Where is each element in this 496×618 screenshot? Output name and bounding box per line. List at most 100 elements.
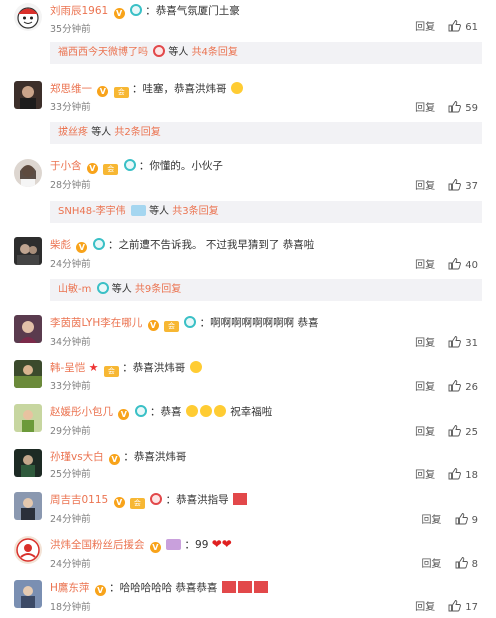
level-badge-icon: 会 bbox=[163, 321, 179, 332]
reply-button[interactable]: 回复 bbox=[415, 382, 435, 393]
reply-thread[interactable]: 拔丝疼 等人 共2条回复 bbox=[50, 122, 482, 144]
reply-button[interactable]: 回复 bbox=[415, 181, 435, 192]
thread-user-link[interactable]: 福西西今天微博了吗 bbox=[58, 47, 148, 58]
reply-button[interactable]: 回复 bbox=[415, 602, 435, 613]
username[interactable]: 洪炜全国粉丝后援会 bbox=[50, 539, 145, 551]
like-button[interactable]: 8 bbox=[455, 557, 478, 570]
comment-text: ：之前遭不告诉我。 不过我早猜到了 恭喜啦 bbox=[108, 239, 315, 251]
like-count: 31 bbox=[465, 338, 478, 349]
avatar[interactable] bbox=[14, 536, 42, 564]
thread-count-link[interactable]: 共2条回复 bbox=[114, 127, 160, 138]
vip-badge-icon: V bbox=[94, 585, 106, 596]
thread-count-link[interactable]: 共4条回复 bbox=[192, 47, 238, 58]
comment-time: 25分钟前 bbox=[50, 469, 91, 480]
username[interactable]: 孙瑾vs大白 bbox=[50, 451, 104, 463]
reply-button[interactable]: 回复 bbox=[415, 470, 435, 481]
like-count: 18 bbox=[465, 470, 478, 481]
emoji-icon bbox=[185, 405, 198, 417]
username[interactable]: 韩-呈恺 bbox=[50, 362, 85, 374]
like-button[interactable]: 59 bbox=[448, 101, 478, 114]
like-count: 8 bbox=[471, 559, 478, 570]
comment-text: ：恭喜 bbox=[150, 406, 182, 418]
thumbs-up-icon bbox=[448, 600, 462, 612]
reply-thread[interactable]: 福西西今天微博了吗 等人 共4条回复 bbox=[50, 42, 482, 64]
level-badge-icon bbox=[166, 539, 182, 550]
level-badge-icon bbox=[130, 205, 146, 216]
avatar[interactable] bbox=[14, 404, 42, 432]
member-badge-icon bbox=[129, 4, 142, 16]
like-button[interactable]: 18 bbox=[448, 468, 478, 481]
like-count: 17 bbox=[465, 602, 478, 613]
reply-button[interactable]: 回复 bbox=[421, 515, 441, 526]
reply-button[interactable]: 回复 bbox=[415, 260, 435, 271]
thumbs-up-icon bbox=[448, 179, 462, 191]
comment-time: 34分钟前 bbox=[50, 337, 91, 348]
username[interactable]: 郑思维一 bbox=[50, 83, 92, 95]
avatar[interactable] bbox=[14, 159, 42, 187]
username[interactable]: 赵媛彤小包几 bbox=[50, 406, 113, 418]
reply-button[interactable]: 回复 bbox=[415, 427, 435, 438]
thread-user-link[interactable]: SNH48-李宇伟 bbox=[58, 206, 126, 217]
sticker-icon bbox=[253, 581, 268, 593]
comment-time: 24分钟前 bbox=[50, 259, 91, 270]
like-button[interactable]: 26 bbox=[448, 380, 478, 393]
like-count: 26 bbox=[465, 382, 478, 393]
comment-time: 35分钟前 bbox=[50, 24, 91, 35]
emoji-icon bbox=[199, 405, 212, 417]
thumbs-up-icon bbox=[448, 336, 462, 348]
like-button[interactable]: 40 bbox=[448, 258, 478, 271]
like-button[interactable]: 17 bbox=[448, 600, 478, 613]
level-badge-icon: 会 bbox=[103, 164, 119, 175]
thread-user-link[interactable]: 山敏-m bbox=[58, 284, 91, 295]
avatar[interactable] bbox=[14, 237, 42, 265]
username[interactable]: 李茵茵LYH李在哪儿 bbox=[50, 317, 142, 329]
thumbs-up-icon bbox=[455, 513, 468, 525]
level-badge-icon: 会 bbox=[113, 87, 129, 98]
vip-badge-icon: V bbox=[86, 163, 98, 174]
comment-text: ：哈哈哈哈哈 恭喜恭喜 bbox=[109, 582, 218, 594]
username[interactable]: 刘雨辰1961 bbox=[50, 5, 108, 17]
thread-count-link[interactable]: 共9条回复 bbox=[135, 284, 181, 295]
vip-badge-icon: V bbox=[149, 542, 161, 553]
like-count: 37 bbox=[465, 181, 478, 192]
avatar[interactable] bbox=[14, 580, 42, 608]
like-button[interactable]: 31 bbox=[448, 336, 478, 349]
avatar[interactable] bbox=[14, 81, 42, 109]
member-badge-icon bbox=[96, 282, 109, 294]
thread-others: 等人 bbox=[149, 206, 170, 217]
avatar[interactable] bbox=[14, 360, 42, 388]
comment-text: ：哇塞，恭喜洪炜哥 bbox=[132, 83, 227, 95]
vip-badge-icon: V bbox=[147, 320, 159, 331]
avatar[interactable] bbox=[14, 492, 42, 520]
thumbs-up-icon bbox=[448, 101, 462, 113]
username[interactable]: H鷹东萍 bbox=[50, 582, 89, 594]
reply-button[interactable]: 回复 bbox=[415, 103, 435, 114]
member-badge-icon bbox=[123, 159, 136, 171]
comment-time: 29分钟前 bbox=[50, 426, 91, 437]
reply-thread[interactable]: 山敏-m 等人 共9条回复 bbox=[50, 279, 482, 301]
reply-button[interactable]: 回复 bbox=[415, 22, 435, 33]
like-button[interactable]: 37 bbox=[448, 179, 478, 192]
vip-badge-icon: V bbox=[109, 454, 121, 465]
thumbs-up-icon bbox=[448, 380, 462, 392]
reply-thread[interactable]: SNH48-李宇伟 等人 共3条回复 bbox=[50, 201, 482, 223]
like-button[interactable]: 61 bbox=[448, 20, 478, 33]
thread-count-link[interactable]: 共3条回复 bbox=[172, 206, 218, 217]
reply-button[interactable]: 回复 bbox=[421, 559, 441, 570]
thread-user-link[interactable]: 拔丝疼 bbox=[58, 127, 88, 138]
username[interactable]: 周吉吉0115 bbox=[50, 494, 108, 506]
like-count: 9 bbox=[471, 515, 478, 526]
avatar[interactable] bbox=[14, 449, 42, 477]
username[interactable]: 于小含 bbox=[50, 160, 82, 172]
like-button[interactable]: 25 bbox=[448, 425, 478, 438]
username[interactable]: 柴彪 bbox=[50, 239, 71, 251]
comment-text: ：恭喜气氛厦门土豪 bbox=[145, 5, 240, 17]
avatar[interactable] bbox=[14, 315, 42, 343]
like-button[interactable]: 9 bbox=[455, 513, 478, 526]
reply-button[interactable]: 回复 bbox=[415, 338, 435, 349]
sticker-icon bbox=[237, 581, 252, 593]
member-badge-icon bbox=[150, 493, 163, 505]
member-badge-icon bbox=[184, 316, 197, 328]
emoji-icon bbox=[230, 82, 243, 94]
avatar[interactable] bbox=[14, 3, 42, 31]
